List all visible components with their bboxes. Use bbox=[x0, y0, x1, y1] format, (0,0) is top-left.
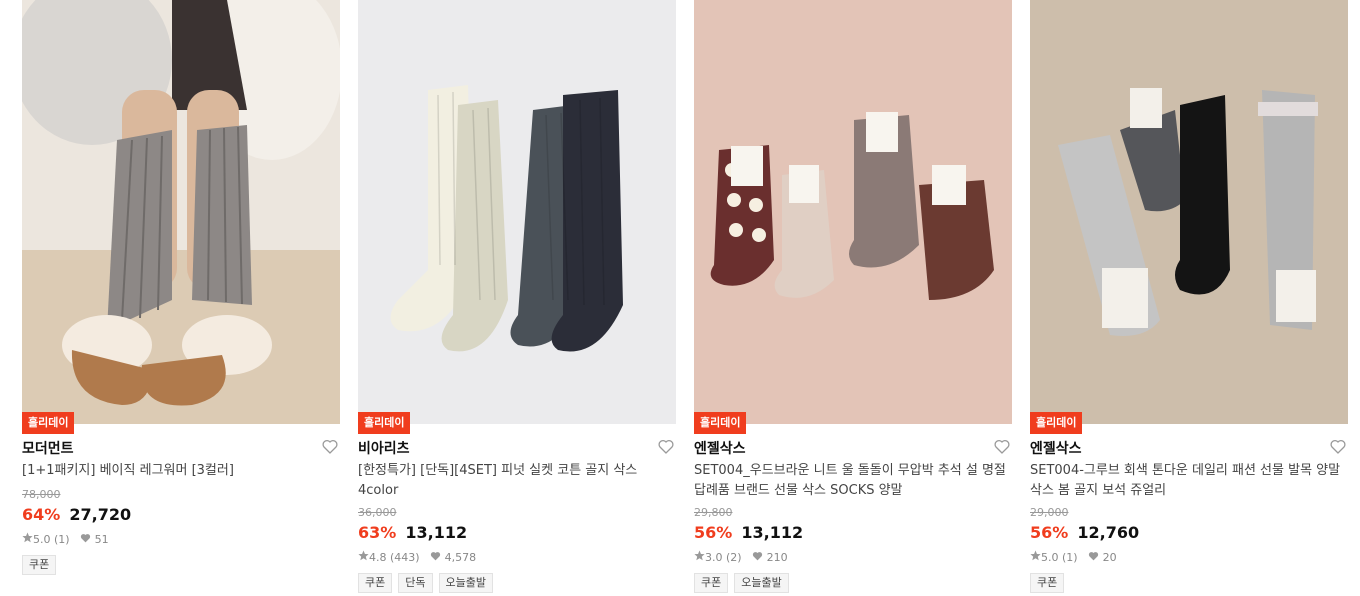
product-image[interactable] bbox=[22, 0, 340, 424]
price-block: 29,800 56% 13,112 3.0 (2) 210 쿠폰 오늘출발 bbox=[694, 506, 1012, 593]
sale-price: 27,720 bbox=[69, 505, 132, 524]
tag-list: 쿠폰 단독 오늘출발 bbox=[358, 573, 676, 593]
discount-rate: 56% bbox=[694, 523, 733, 542]
rating: 5.0 (1) bbox=[33, 533, 70, 546]
review-meta: 5.0 (1) 20 bbox=[1030, 550, 1348, 566]
price-row: 63% 13,112 bbox=[358, 523, 676, 543]
heart-outline-icon[interactable] bbox=[994, 439, 1010, 458]
brand-row: 모더먼트 bbox=[22, 438, 340, 458]
tag-list: 쿠폰 bbox=[1030, 573, 1348, 593]
brand-row: 엔젤삭스 bbox=[694, 438, 1012, 458]
product-title[interactable]: SET004_우드브라운 니트 울 돌돌이 무압박 추석 설 명절 답례품 브랜… bbox=[694, 461, 1010, 501]
star-icon bbox=[358, 550, 369, 566]
heart-filled-icon bbox=[752, 550, 763, 566]
review-meta: 4.8 (443) 4,578 bbox=[358, 550, 676, 566]
product-image[interactable] bbox=[358, 0, 676, 424]
tag-coupon: 쿠폰 bbox=[358, 573, 393, 593]
brand-name[interactable]: 모더먼트 bbox=[22, 441, 74, 457]
like-count: 51 bbox=[94, 533, 109, 546]
rating: 3.0 (2) bbox=[705, 551, 742, 564]
heart-filled-icon bbox=[430, 550, 441, 566]
price-row: 64% 27,720 bbox=[22, 505, 340, 525]
brand-row: 엔젤삭스 bbox=[1030, 438, 1348, 458]
sale-price: 13,112 bbox=[405, 523, 468, 542]
heart-outline-icon[interactable] bbox=[658, 439, 674, 458]
price-row: 56% 13,112 bbox=[694, 523, 1012, 543]
tag-coupon: 쿠폰 bbox=[22, 555, 57, 575]
product-card[interactable]: 홀리데이 엔젤삭스 SET004-그루브 회색 톤다운 데일리 패션 선물 발목… bbox=[1030, 0, 1348, 596]
original-price: 29,800 bbox=[694, 506, 733, 519]
product-title[interactable]: [1+1패키지] 베이직 레그워머 [3컬러] bbox=[22, 461, 338, 481]
review-meta: 3.0 (2) 210 bbox=[694, 550, 1012, 566]
tag-coupon: 쿠폰 bbox=[694, 573, 729, 593]
product-card[interactable]: 홀리데이 모더먼트 [1+1패키지] 베이직 레그워머 [3컬러] 78,000… bbox=[22, 0, 340, 596]
price-block: 36,000 63% 13,112 4.8 (443) 4,578 쿠폰 단독 … bbox=[358, 506, 676, 593]
star-icon bbox=[694, 550, 705, 566]
tag-exclusive: 단독 bbox=[398, 573, 433, 593]
holiday-badge: 홀리데이 bbox=[22, 412, 75, 434]
like-count: 20 bbox=[1102, 551, 1117, 564]
product-image[interactable] bbox=[694, 0, 1012, 424]
tag-list: 쿠폰 bbox=[22, 555, 340, 575]
heart-outline-icon[interactable] bbox=[322, 439, 338, 458]
star-icon bbox=[22, 532, 33, 548]
tag-ships-today: 오늘출발 bbox=[734, 573, 789, 593]
original-price: 36,000 bbox=[358, 506, 397, 519]
like-count: 210 bbox=[766, 551, 788, 564]
star-icon bbox=[1030, 550, 1041, 566]
price-row: 56% 12,760 bbox=[1030, 523, 1348, 543]
rating: 5.0 (1) bbox=[1041, 551, 1078, 564]
product-grid: 홀리데이 모더먼트 [1+1패키지] 베이직 레그워머 [3컬러] 78,000… bbox=[22, 0, 1348, 596]
tag-ships-today: 오늘출발 bbox=[438, 573, 493, 593]
price-block: 29,000 56% 12,760 5.0 (1) 20 쿠폰 bbox=[1030, 506, 1348, 593]
holiday-badge: 홀리데이 bbox=[358, 412, 411, 434]
tag-list: 쿠폰 오늘출발 bbox=[694, 573, 1012, 593]
sale-price: 13,112 bbox=[741, 523, 804, 542]
heart-filled-icon bbox=[1088, 550, 1099, 566]
brand-name[interactable]: 엔젤삭스 bbox=[1030, 441, 1082, 457]
product-title[interactable]: [한정특가] [단독][4SET] 피넛 실켓 코튼 골지 삭스 4color bbox=[358, 461, 674, 501]
heart-outline-icon[interactable] bbox=[1330, 439, 1346, 458]
sale-price: 12,760 bbox=[1077, 523, 1140, 542]
tag-coupon: 쿠폰 bbox=[1030, 573, 1065, 593]
product-card[interactable]: 홀리데이 엔젤삭스 SET004_우드브라운 니트 울 돌돌이 무압박 추석 설… bbox=[694, 0, 1012, 596]
brand-name[interactable]: 비아리츠 bbox=[358, 441, 410, 457]
product-card[interactable]: 홀리데이 비아리츠 [한정특가] [단독][4SET] 피넛 실켓 코튼 골지 … bbox=[358, 0, 676, 596]
product-title[interactable]: SET004-그루브 회색 톤다운 데일리 패션 선물 발목 양말 삭스 봄 골… bbox=[1030, 461, 1346, 501]
review-meta: 5.0 (1) 51 bbox=[22, 532, 340, 548]
like-count: 4,578 bbox=[444, 551, 477, 564]
discount-rate: 56% bbox=[1030, 523, 1069, 542]
heart-filled-icon bbox=[80, 532, 91, 548]
discount-rate: 64% bbox=[22, 505, 61, 524]
discount-rate: 63% bbox=[358, 523, 397, 542]
holiday-badge: 홀리데이 bbox=[694, 412, 747, 434]
holiday-badge: 홀리데이 bbox=[1030, 412, 1083, 434]
price-block: 78,000 64% 27,720 5.0 (1) 51 쿠폰 bbox=[22, 488, 340, 575]
brand-row: 비아리츠 bbox=[358, 438, 676, 458]
original-price: 78,000 bbox=[22, 488, 61, 501]
rating: 4.8 (443) bbox=[369, 551, 420, 564]
product-image[interactable] bbox=[1030, 0, 1348, 424]
original-price: 29,000 bbox=[1030, 506, 1069, 519]
brand-name[interactable]: 엔젤삭스 bbox=[694, 441, 746, 457]
